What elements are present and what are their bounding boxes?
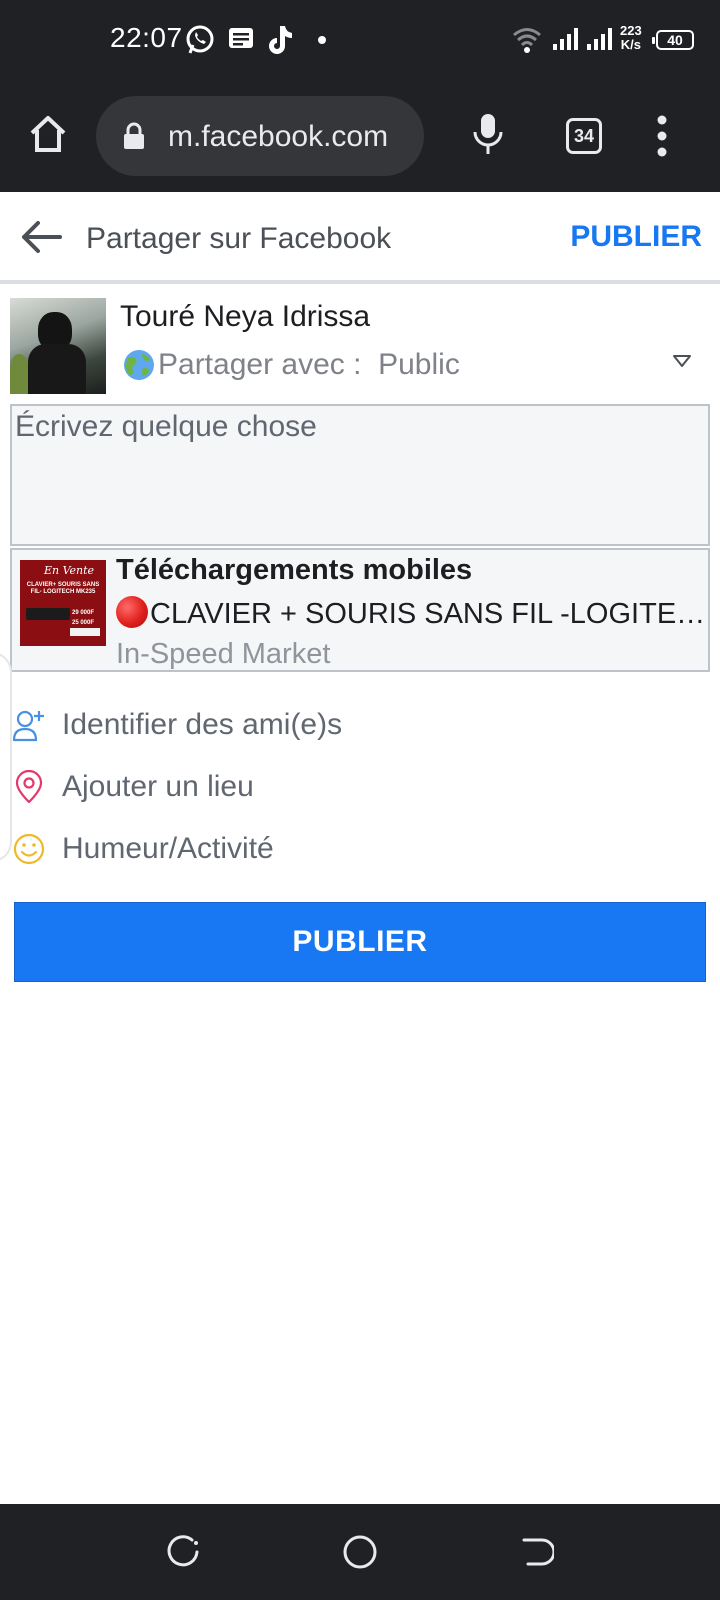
- back-icon[interactable]: [518, 1534, 554, 1570]
- tag-friends-label: Identifier des ami(e)s: [62, 708, 343, 741]
- link-description: CLAVIER + SOURIS SANS FIL -LOGITECH MK23…: [116, 596, 706, 631]
- home-icon[interactable]: [28, 114, 68, 154]
- tab-switcher-button[interactable]: 34: [566, 118, 602, 154]
- page-header: Partager sur Facebook PUBLIER: [0, 192, 720, 284]
- battery-icon: 40: [652, 30, 694, 50]
- back-arrow-icon[interactable]: [20, 220, 62, 254]
- browser-toolbar: m.facebook.com 34: [0, 84, 720, 192]
- thumb-banner: En Vente: [44, 564, 95, 577]
- feeling-activity-label: Humeur/Activité: [62, 832, 274, 865]
- wifi-icon: [513, 28, 541, 53]
- tag-friends-action[interactable]: Identifier des ami(e)s: [0, 700, 720, 756]
- avatar-body: [28, 344, 86, 394]
- dropdown-triangle-icon: [673, 355, 691, 367]
- add-friend-icon: [12, 710, 44, 742]
- location-pin-icon: [15, 770, 43, 804]
- link-title: Téléchargements mobiles: [116, 554, 473, 586]
- signal-icon-1: [553, 28, 578, 50]
- audience-selector[interactable]: Partager avec : Public: [120, 344, 710, 384]
- composer-placeholder: Écrivez quelque chose: [15, 410, 317, 443]
- lock-icon: [124, 122, 144, 149]
- network-speed-value: 223: [620, 23, 642, 38]
- thumb-price-new: 25 000F: [72, 620, 95, 626]
- status-bar: 22:07 223 K/s 40: [0, 0, 720, 84]
- link-thumbnail: En Vente CLAVIER+ SOURIS SANS FIL- LOGIT…: [20, 560, 106, 646]
- tiktok-icon: [269, 26, 292, 54]
- publish-button[interactable]: PUBLIER: [14, 902, 706, 982]
- add-location-action[interactable]: Ajouter un lieu: [0, 762, 720, 818]
- system-navigation-bar: [0, 1504, 720, 1600]
- whatsapp-icon: [186, 25, 214, 54]
- microphone-icon[interactable]: [472, 112, 504, 156]
- status-time: 22:07: [110, 22, 183, 53]
- link-preview-card[interactable]: En Vente CLAVIER+ SOURIS SANS FIL- LOGIT…: [10, 548, 710, 672]
- network-speed-unit: K/s: [620, 37, 641, 52]
- feeling-activity-action[interactable]: Humeur/Activité: [0, 824, 720, 880]
- thumb-headline: CLAVIER+ SOURIS SANS FIL- LOGITECH MK235: [26, 582, 100, 595]
- link-source: In-Speed Market: [116, 638, 331, 670]
- network-speed: 223 K/s: [620, 24, 642, 52]
- post-composer-textarea[interactable]: Écrivez quelque chose: [10, 404, 710, 546]
- home-circle-icon[interactable]: [342, 1534, 378, 1570]
- more-options-icon[interactable]: [654, 114, 670, 158]
- thumb-prices: 29 000F 25 000F: [72, 608, 94, 628]
- smiley-icon: [13, 833, 45, 865]
- thumb-keyboard: [26, 608, 70, 620]
- red-circle-icon: [116, 596, 148, 628]
- page-title: Partager sur Facebook: [86, 222, 392, 255]
- thumb-price-old: 29 000F: [72, 610, 95, 616]
- address-bar[interactable]: m.facebook.com: [96, 96, 424, 176]
- recents-icon[interactable]: [166, 1534, 202, 1570]
- author-name: Touré Neya Idrissa: [120, 300, 371, 333]
- url-text: m.facebook.com: [168, 120, 389, 153]
- thumb-tag: [70, 628, 100, 636]
- share-prefix: Partager avec :: [158, 348, 362, 381]
- author-row: Touré Neya Idrissa Partager avec : Publi…: [0, 288, 720, 398]
- share-with-text: Partager avec : Public: [158, 348, 460, 382]
- avatar[interactable]: [10, 298, 106, 394]
- header-publish-button[interactable]: PUBLIER: [570, 220, 702, 254]
- add-location-label: Ajouter un lieu: [62, 770, 254, 803]
- message-icon: [229, 28, 253, 48]
- notification-dot: [318, 36, 326, 44]
- signal-icon-2: [587, 28, 612, 50]
- link-description-text: CLAVIER + SOURIS SANS FIL -LOGITECH MK23…: [150, 598, 706, 630]
- audience-value: Public: [378, 348, 460, 381]
- globe-icon: [124, 350, 154, 380]
